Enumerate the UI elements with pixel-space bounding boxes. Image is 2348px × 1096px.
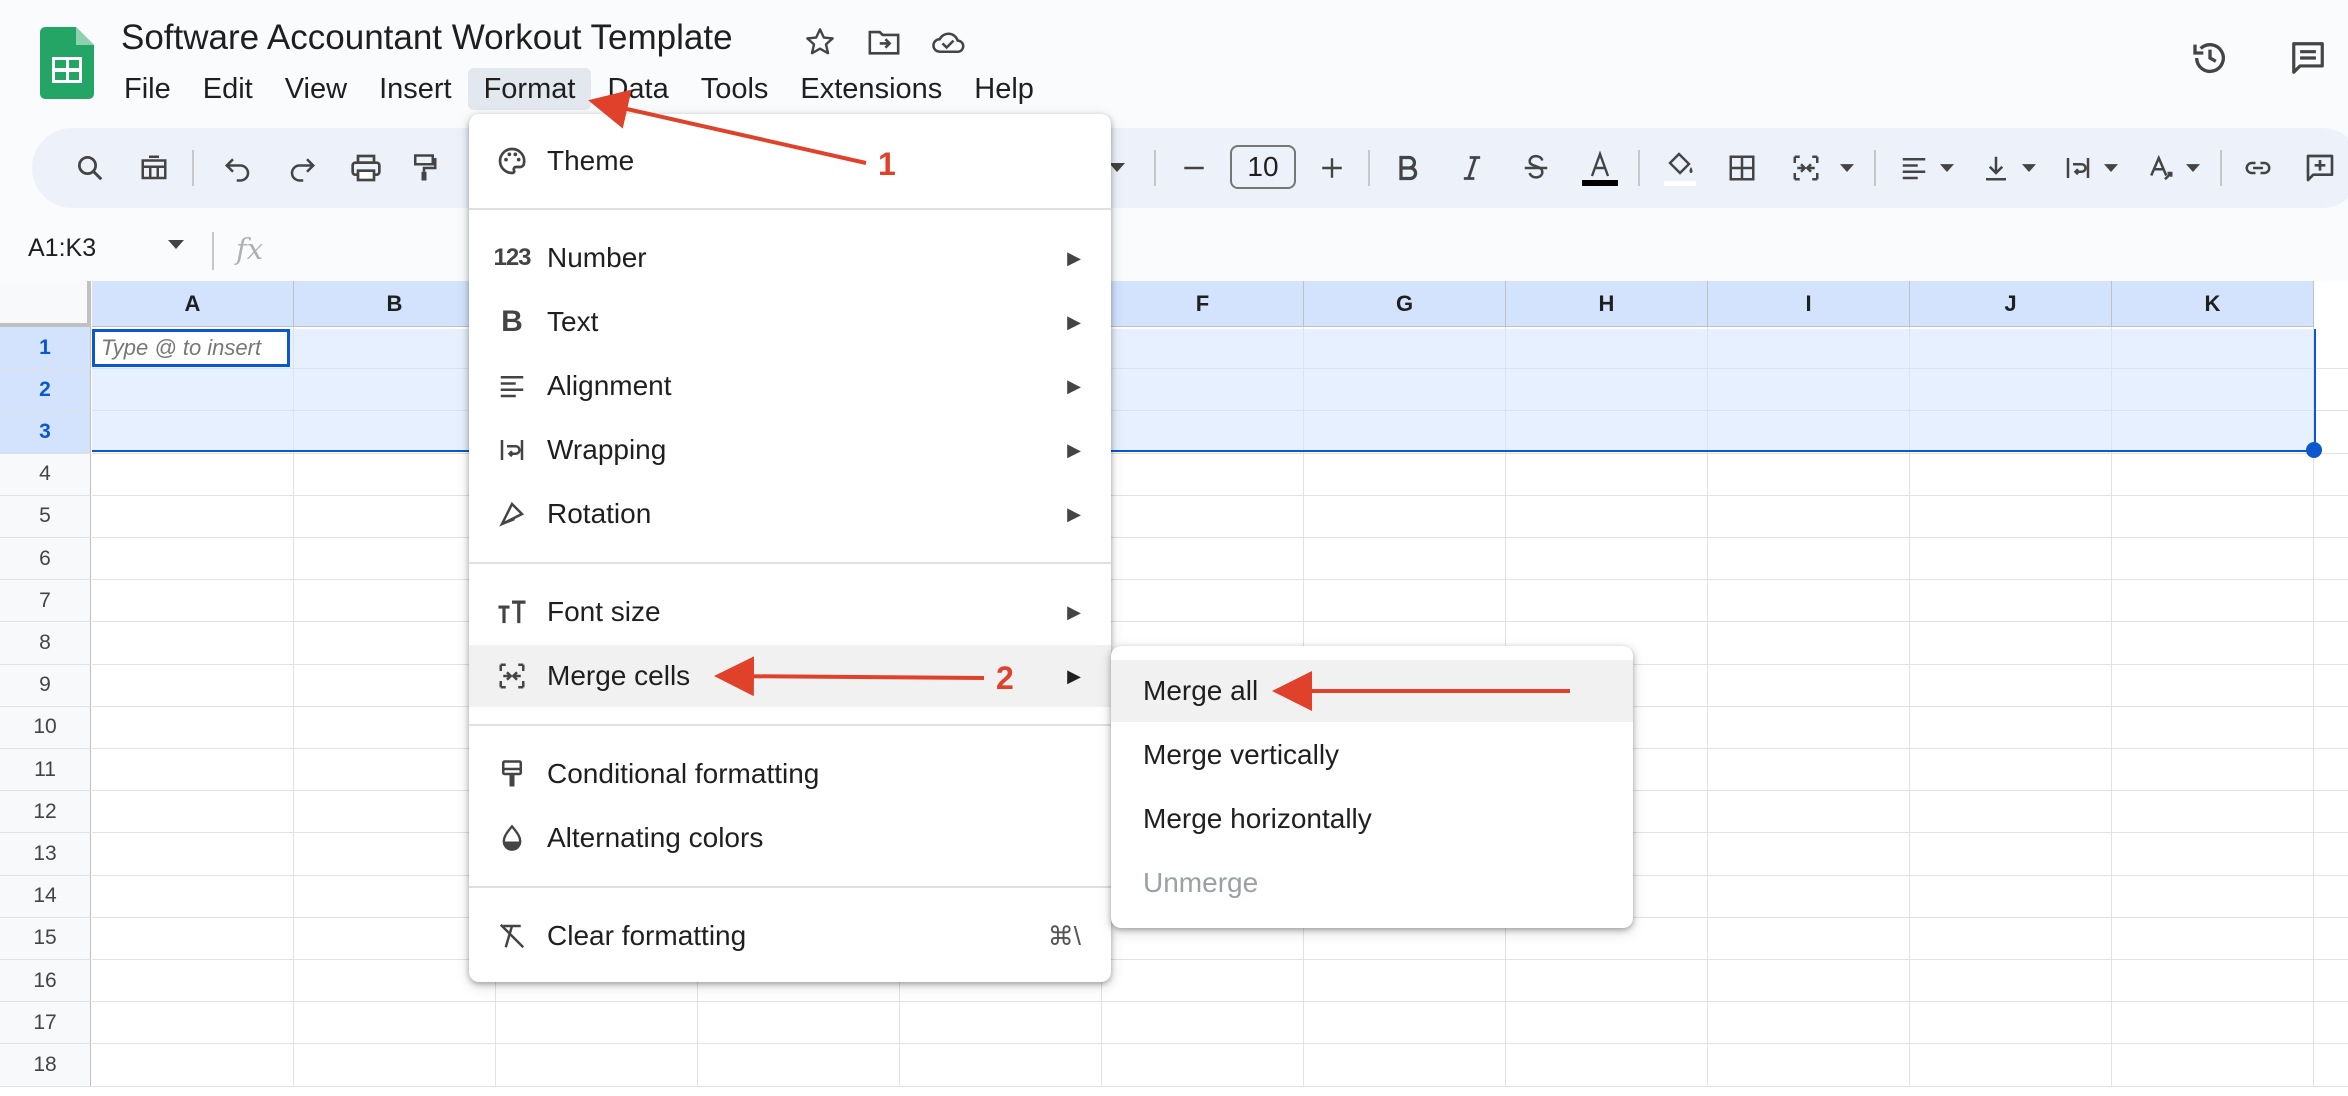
annotation-arrow-1 (588, 89, 867, 165)
annotation-step-2: 2 (996, 660, 1014, 696)
annotation-arrows (588, 89, 1570, 711)
annotation-arrow-2 (714, 656, 985, 697)
annotation-step-1: 1 (878, 146, 896, 182)
